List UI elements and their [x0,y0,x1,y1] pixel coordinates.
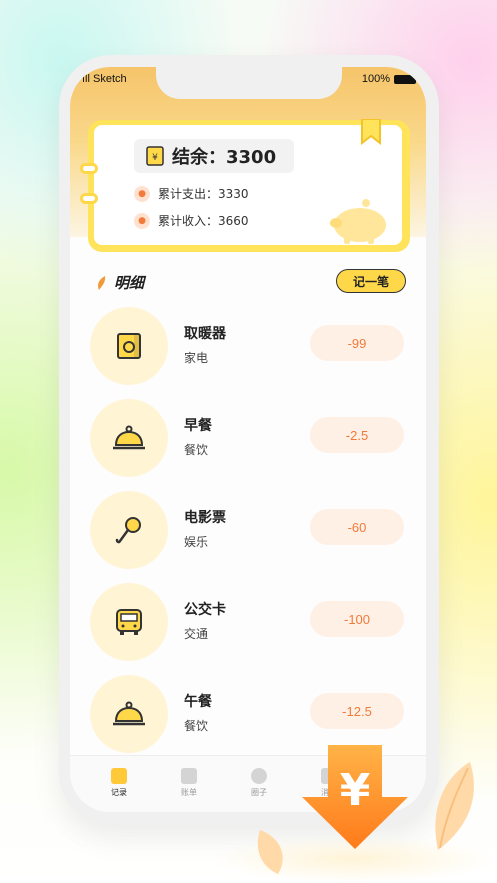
svg-text:¥: ¥ [152,153,158,163]
tab-records[interactable]: 记录 [84,756,154,812]
balance-chip: ¥ 结余：3300 [134,139,294,173]
binder-ring-icon [80,163,98,174]
leaf-icon [435,762,474,850]
item-category: 餐饮 [184,443,209,457]
binder-ring-icon [80,193,98,204]
item-icon-wrap [90,399,168,477]
item-category: 交通 [184,627,209,641]
expense-row: ● 累计支出：3330 [134,185,249,202]
records-icon [111,768,127,784]
item-name: 电影票 [184,510,226,526]
bookmark-icon[interactable] [360,119,382,145]
food-cloche-icon [113,425,145,450]
item-amount: -2.5 [310,417,404,453]
item-amount: -12.5 [310,693,404,729]
tab-label: 圈子 [251,788,267,797]
piggy-bank-icon [330,199,386,244]
income-icon: ● [134,212,150,229]
item-icon-wrap [90,307,168,385]
item-amount: -100 [310,601,404,637]
download-arrow-icon: ¥ [302,745,408,849]
item-amount: -60 [310,509,404,545]
heater-icon [117,333,141,359]
list-item[interactable]: 电影票 娱乐 -60 [70,491,426,571]
tab-label: 账单 [181,788,197,797]
item-icon-wrap [90,675,168,753]
tab-bills[interactable]: 账单 [154,756,224,812]
item-amount: -99 [310,325,404,361]
details-title-text: 明细 [114,274,145,292]
list-item[interactable]: 取暖器 家电 -99 [70,307,426,387]
bills-icon [181,768,197,784]
item-icon-wrap [90,583,168,661]
expense-icon: ● [134,185,150,202]
list-item[interactable]: 早餐 餐饮 -2.5 [70,399,426,479]
ledger-icon: ¥ [146,146,164,166]
tab-label: 记录 [111,788,127,797]
item-category: 餐饮 [184,719,209,733]
app-screen: ıll Sketch 100% ¥ 结余：3300 ● 累计支出：3330 ● … [70,67,426,812]
leaf-icon [257,830,283,874]
battery-status: 100% [362,73,416,85]
svg-text:¥: ¥ [340,765,371,816]
bus-icon [116,609,142,635]
add-record-button[interactable]: 记一笔 [336,269,406,293]
item-name: 公交卡 [184,602,226,618]
phone-notch [156,67,342,99]
list-item[interactable]: 午餐 餐饮 -12.5 [70,675,426,755]
item-name: 取暖器 [184,326,226,342]
item-category: 娱乐 [184,535,209,549]
expense-text: 累计支出：3330 [158,187,249,201]
income-text: 累计收入：3660 [158,214,249,228]
food-cloche-icon [113,701,145,726]
details-title: 明细 [96,272,144,293]
planet-icon [251,768,267,784]
feather-icon [98,275,106,290]
item-category: 家电 [184,351,209,365]
balance-text: 结余：3300 [172,147,277,168]
battery-label: 100% [361,73,390,85]
microphone-icon [115,517,141,544]
list-item[interactable]: 公交卡 交通 -100 [70,583,426,663]
tab-circle[interactable]: 圈子 [224,756,294,812]
battery-icon [394,74,416,84]
carrier-label: ıll Sketch [82,73,127,85]
item-name: 早餐 [184,418,212,434]
item-icon-wrap [90,491,168,569]
item-name: 午餐 [184,694,212,710]
income-row: ● 累计收入：3660 [134,212,249,229]
